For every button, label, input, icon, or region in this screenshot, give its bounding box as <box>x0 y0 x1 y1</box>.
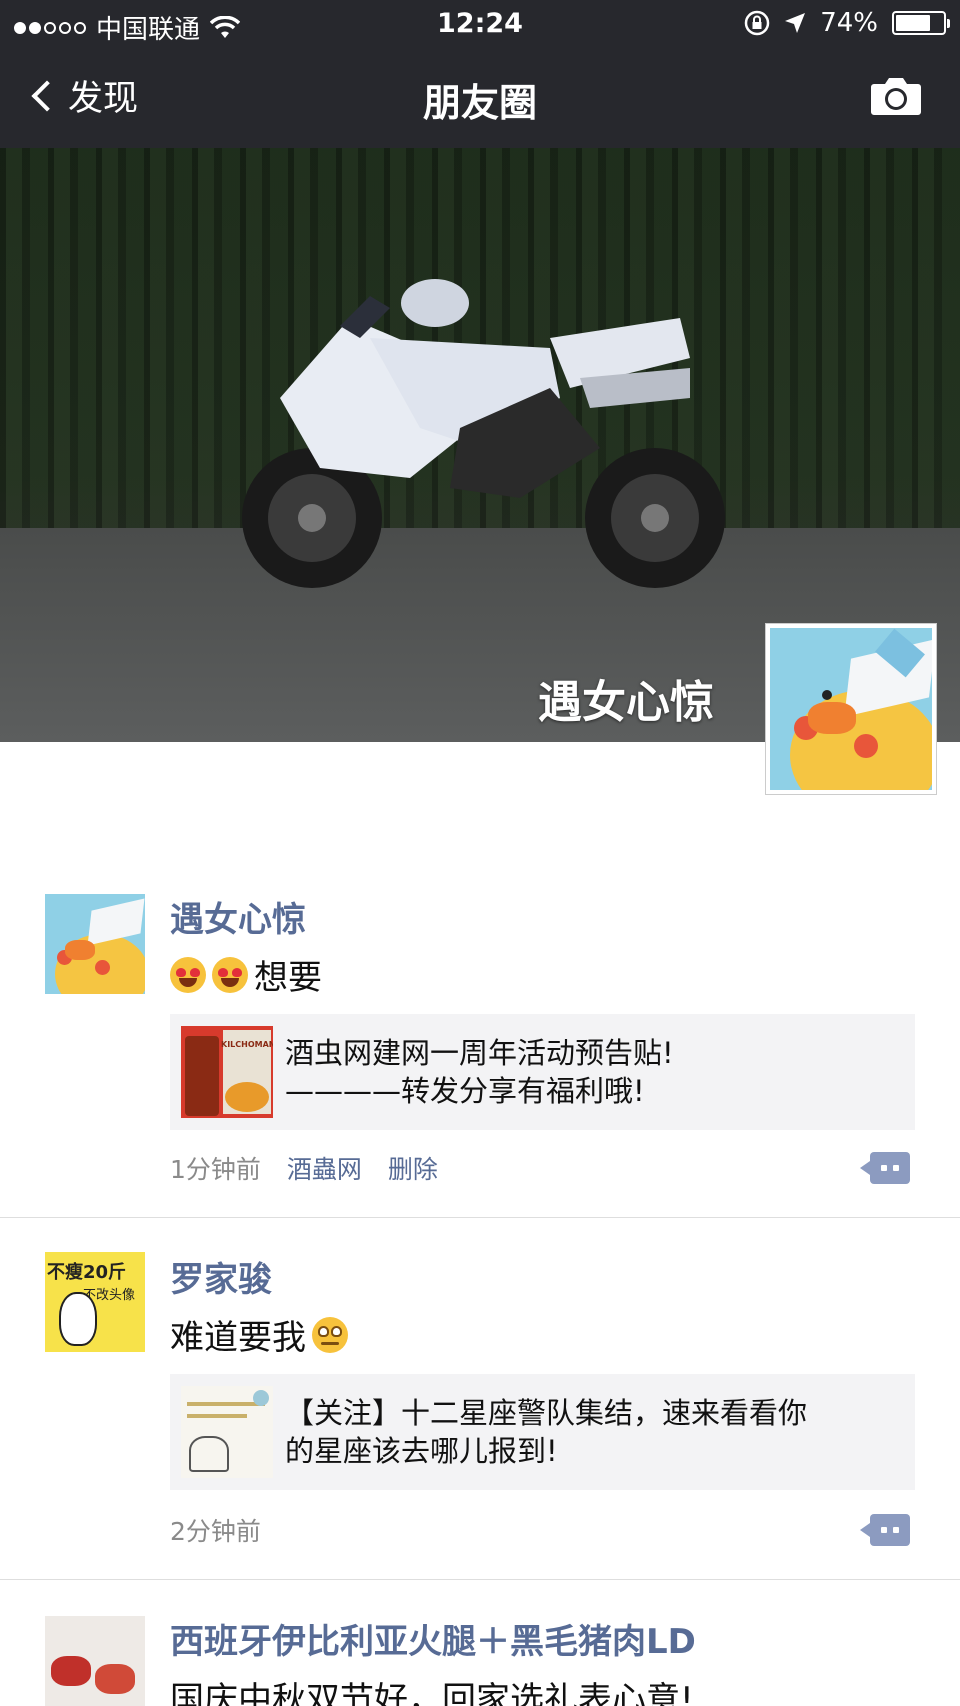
comment-button[interactable] <box>860 1152 910 1184</box>
cover-owner-name: 遇女心惊 <box>538 677 714 728</box>
shared-link-thumbnail <box>181 1386 273 1478</box>
heart-eyes-emoji <box>212 956 248 993</box>
post-author-name[interactable]: 遇女心惊 <box>170 892 306 941</box>
page-title: 朋友圈 <box>422 81 537 125</box>
top-bar: 中国联通 12:24 74% 发现 朋友圈 <box>0 0 960 148</box>
shared-link-card[interactable]: 【关注】十二星座警队集结，速来看看你 的星座该去哪儿报到! <box>170 1374 915 1490</box>
chick-avatar-image <box>770 628 932 790</box>
post-item: 不瘦20斤 不改头像 罗家骏 难道要我 【关注】十二星座警队集结，速来看看你 的… <box>0 1218 960 1580</box>
avatar-caption-1: 不瘦20斤 <box>47 1262 127 1283</box>
post-author-name[interactable]: 罗家骏 <box>170 1252 272 1301</box>
delete-post-button[interactable]: 删除 <box>388 1150 438 1186</box>
post-avatar[interactable] <box>45 1616 145 1706</box>
shared-link-line-1: 酒虫网建网一周年活动预告贴! <box>285 1036 674 1070</box>
shared-link-line-1: 【关注】十二星座警队集结，速来看看你 <box>285 1396 808 1430</box>
shared-link-card[interactable]: KILCHOMAN 酒虫网建网一周年活动预告贴! ————转发分享有福利哦! <box>170 1014 915 1130</box>
eye-roll-emoji <box>312 1316 348 1353</box>
post-avatar[interactable] <box>45 894 145 994</box>
post-author-name[interactable]: 西班牙伊比利亚火腿＋黑毛猪肉LD <box>170 1614 696 1663</box>
shared-link-title: 酒虫网建网一周年活动预告贴! ————转发分享有福利哦! <box>285 1034 688 1110</box>
profile-avatar[interactable] <box>765 623 937 795</box>
status-bar: 中国联通 12:24 74% <box>0 0 960 50</box>
post-text-body: 国庆中秋双节好，回家选礼表心意! <box>170 1680 694 1706</box>
post-text-body: 难道要我 <box>170 1318 306 1358</box>
heart-eyes-emoji <box>170 956 206 993</box>
motorcycle-image <box>242 279 725 588</box>
post-item: 西班牙伊比利亚火腿＋黑毛猪肉LD 国庆中秋双节好，回家选礼表心意! <box>0 1580 960 1706</box>
battery-fill <box>896 15 931 31</box>
post-time: 2分钟前 <box>170 1517 261 1546</box>
shared-link-line-2: 的星座该去哪儿报到! <box>285 1434 558 1468</box>
thumbnail-brand-text: KILCHOMAN <box>221 1040 273 1049</box>
camera-icon[interactable] <box>870 76 922 116</box>
nav-bar: 发现 朋友圈 <box>0 50 960 148</box>
post-avatar[interactable]: 不瘦20斤 不改头像 <box>45 1252 145 1352</box>
rotation-lock-icon <box>744 10 770 36</box>
post-item: 遇女心惊 想要 KILCHOMAN 酒虫网建网一周年活动预告贴! ————转发分… <box>0 870 960 1218</box>
post-text-body: 想要 <box>254 958 322 998</box>
battery-icon <box>892 11 950 35</box>
post-meta: 1分钟前 酒蟲网 删除 <box>170 1150 438 1186</box>
post-text: 想要 <box>170 950 322 999</box>
comment-button[interactable] <box>860 1514 910 1546</box>
post-text: 国庆中秋双节好，回家选礼表心意! <box>170 1672 694 1706</box>
post-text: 难道要我 <box>170 1310 348 1359</box>
post-meta: 2分钟前 <box>170 1512 261 1548</box>
battery-percent: 74% <box>820 8 878 38</box>
shared-link-line-2: ————转发分享有福利哦! <box>285 1074 645 1108</box>
post-source-link[interactable]: 酒蟲网 <box>287 1150 362 1186</box>
shared-link-thumbnail: KILCHOMAN <box>181 1026 273 1118</box>
post-time: 1分钟前 <box>170 1155 261 1184</box>
status-right: 74% <box>744 8 950 38</box>
shared-link-title: 【关注】十二星座警队集结，速来看看你 的星座该去哪儿报到! <box>285 1394 821 1470</box>
location-arrow-icon <box>785 13 806 33</box>
